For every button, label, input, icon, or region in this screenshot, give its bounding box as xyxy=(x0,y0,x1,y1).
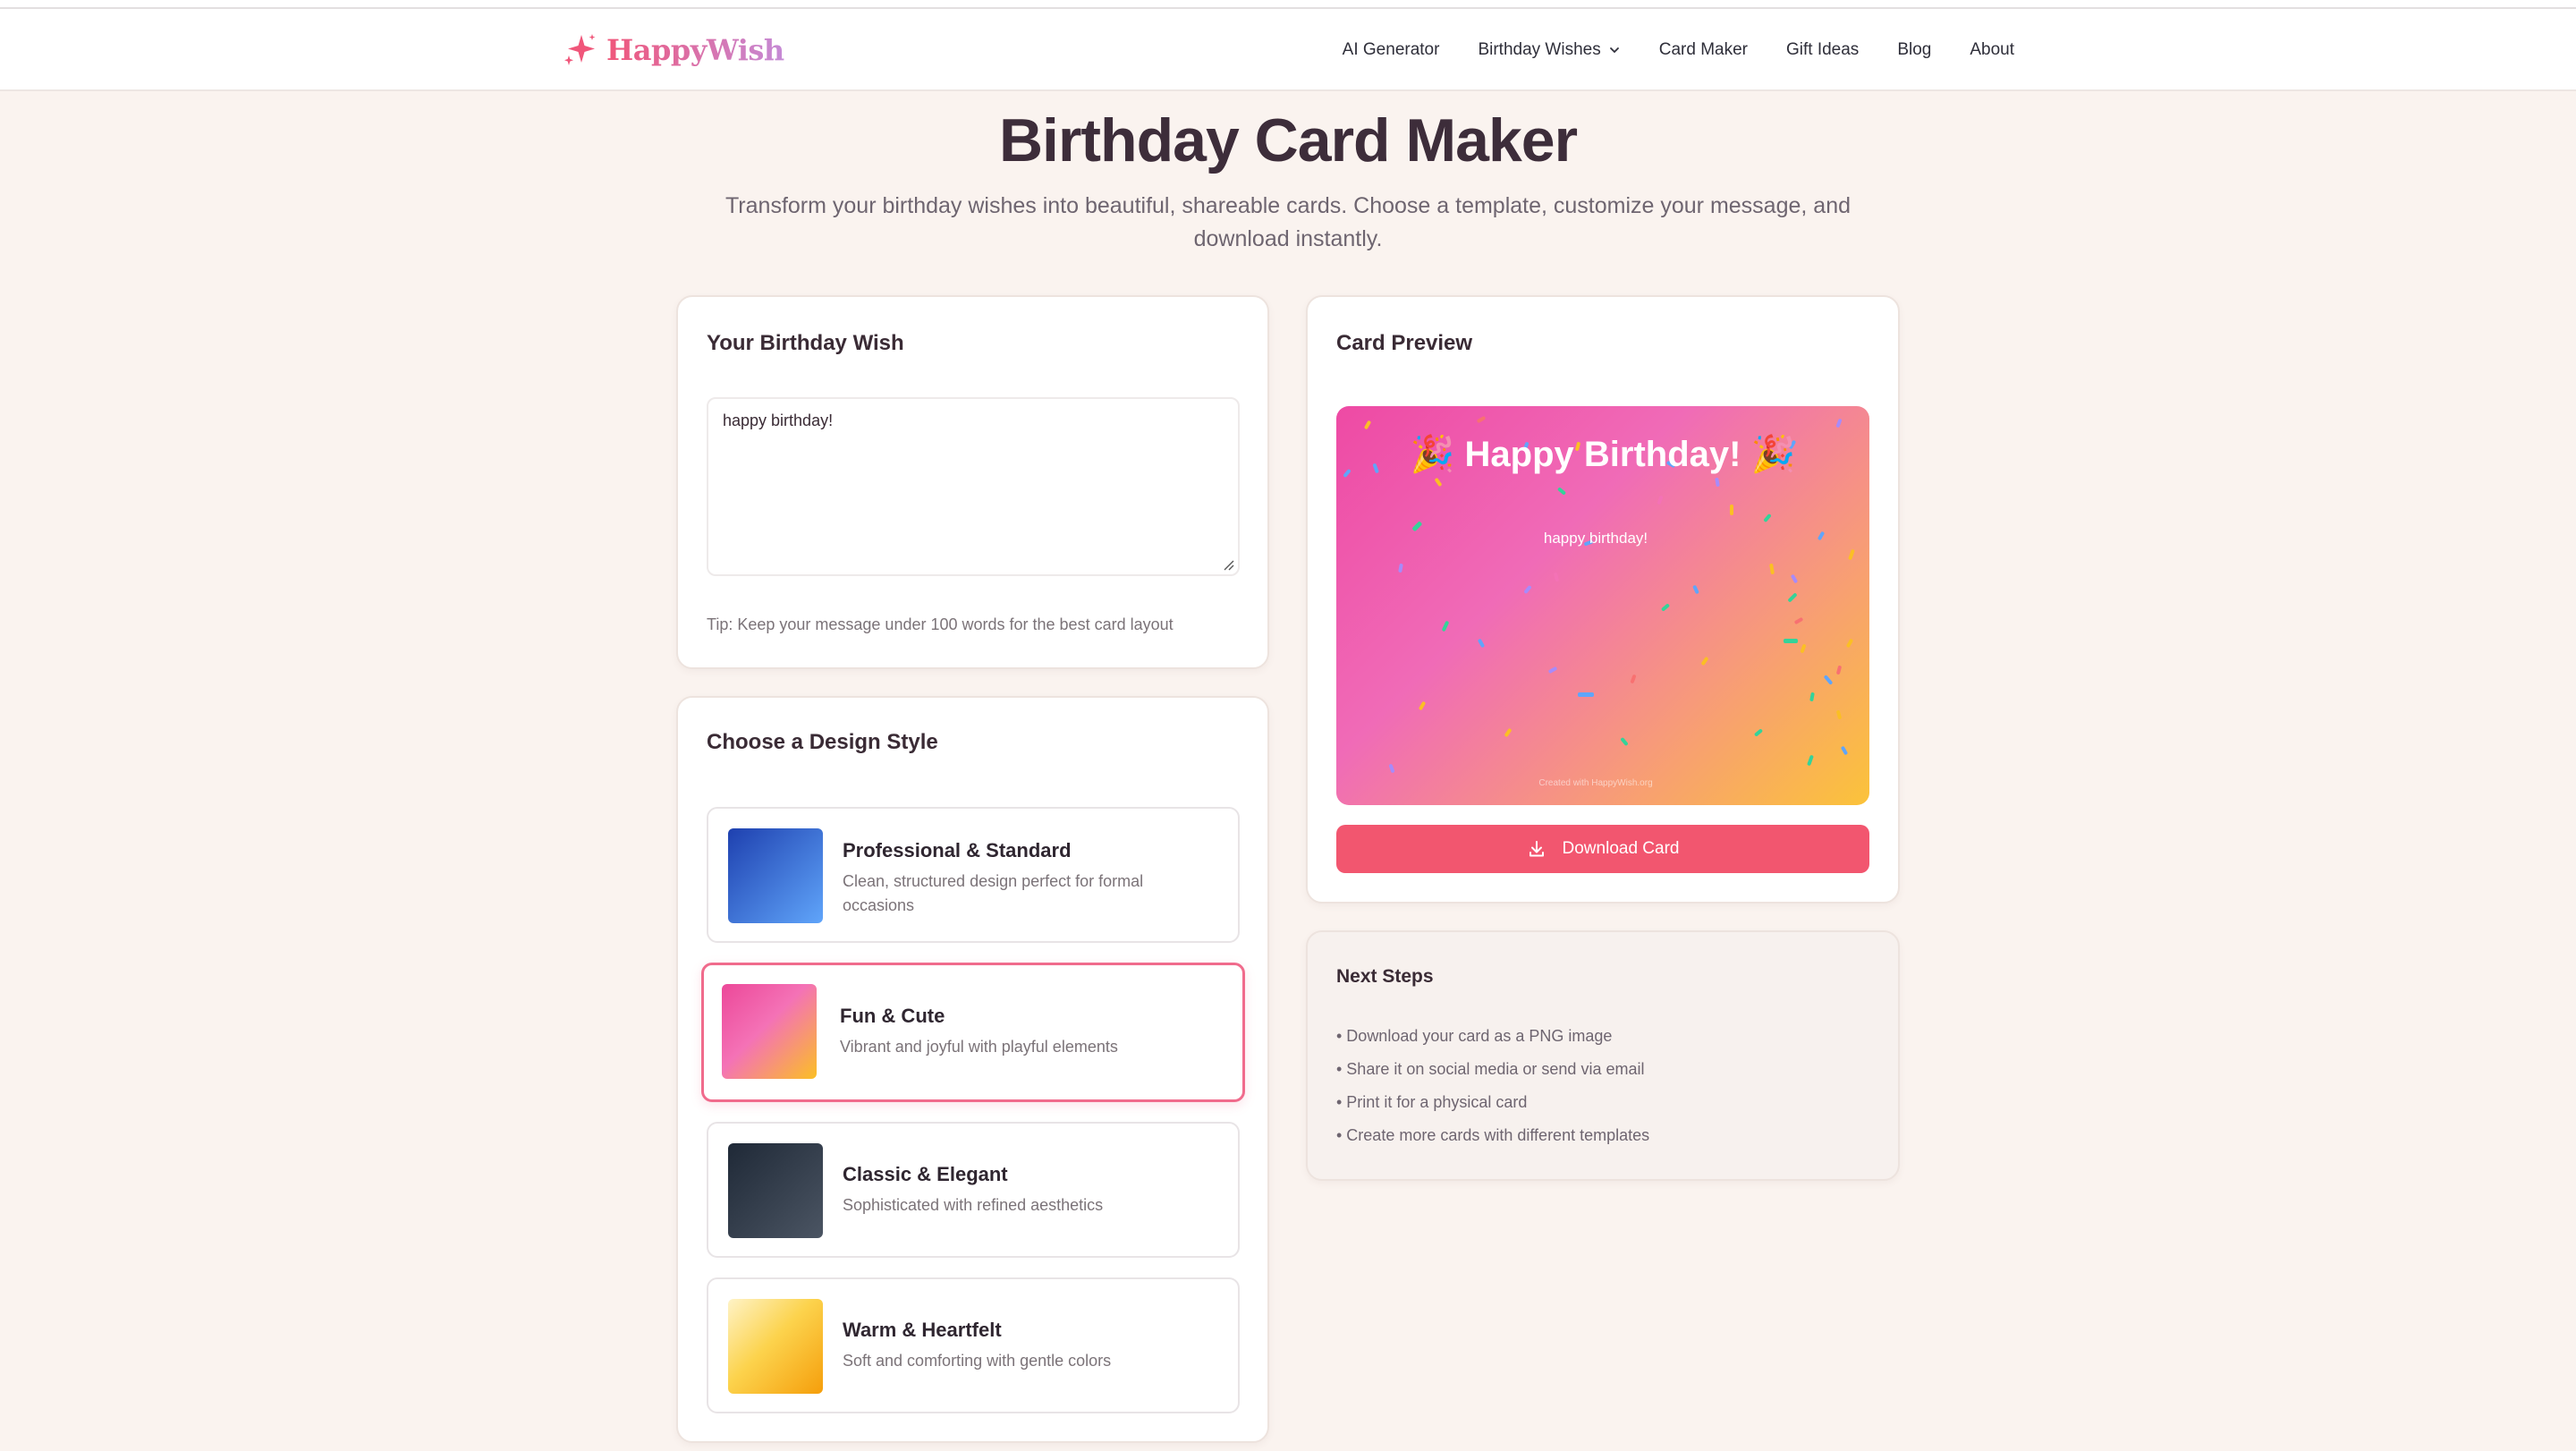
list-item: • Download your card as a PNG image xyxy=(1336,1027,1613,1045)
logo[interactable]: HappyWish xyxy=(562,29,784,72)
birthday-card-preview: 🎉 Happy Birthday! 🎉 happy birthday! Crea… xyxy=(1336,406,1869,805)
style-option-desc: Sophisticated with refined aesthetics xyxy=(843,1196,1104,1214)
nav-links: AI Generator Birthday Wishes Card Maker … xyxy=(1343,9,2014,91)
style-option-professional[interactable]: Professional & Standard Clean, structure… xyxy=(707,807,1240,943)
nav-birthday-wishes-dropdown[interactable]: Birthday Wishes xyxy=(1478,40,1620,60)
list-item: • Create more cards with different templ… xyxy=(1336,1126,1650,1144)
download-card-label: Download Card xyxy=(1562,839,1680,858)
style-swatch xyxy=(728,1299,823,1394)
next-steps-list: • Download your card as a PNG image • Sh… xyxy=(1336,1027,1649,1159)
style-option-fun-cute[interactable]: Fun & Cute Vibrant and joyful with playf… xyxy=(701,963,1245,1102)
next-steps-title: Next Steps xyxy=(1336,966,1434,987)
birthday-wish-panel: Your Birthday Wish happy birthday! Tip: … xyxy=(676,295,1269,669)
style-option-desc: Clean, structured design perfect for for… xyxy=(843,872,1144,914)
page-title: Birthday Card Maker xyxy=(998,106,1578,174)
style-panel-title: Choose a Design Style xyxy=(707,730,938,754)
page-subtitle: Transform your birthday wishes into beau… xyxy=(724,193,1852,251)
nav-about[interactable]: About xyxy=(1970,40,2014,60)
list-item: • Share it on social media or send via e… xyxy=(1336,1060,1645,1078)
card-preview-panel: Card Preview 🎉 Happy Birthday! 🎉 happy b… xyxy=(1306,295,1900,904)
style-option-classic-elegant[interactable]: Classic & Elegant Sophisticated with ref… xyxy=(707,1122,1240,1258)
style-option-desc: Vibrant and joyful with playful elements xyxy=(840,1038,1118,1056)
style-swatch xyxy=(722,984,817,1079)
design-style-panel: Choose a Design Style Professional & Sta… xyxy=(676,696,1269,1443)
nav-card-maker[interactable]: Card Maker xyxy=(1659,40,1748,60)
resize-grip-icon[interactable] xyxy=(1222,558,1234,571)
style-option-title: Warm & Heartfelt xyxy=(843,1319,1002,1341)
card-heading: 🎉 Happy Birthday! 🎉 xyxy=(1410,435,1796,474)
preview-panel-title: Card Preview xyxy=(1336,331,1473,355)
style-option-title: Fun & Cute xyxy=(840,1005,945,1027)
wish-text: happy birthday! xyxy=(723,412,834,429)
download-icon xyxy=(1529,841,1544,857)
style-option-title: Professional & Standard xyxy=(843,839,1072,861)
style-option-desc: Soft and comforting with gentle colors xyxy=(843,1352,1112,1370)
nav-blog[interactable]: Blog xyxy=(1897,40,1931,60)
nav-gift-ideas[interactable]: Gift Ideas xyxy=(1786,40,1859,60)
wish-textarea[interactable]: happy birthday! xyxy=(707,397,1240,576)
download-card-button[interactable]: Download Card xyxy=(1336,825,1869,873)
sparkle-icon xyxy=(564,34,596,65)
wish-tip: Tip: Keep your message under 100 words f… xyxy=(707,615,1174,633)
style-swatch xyxy=(728,828,823,923)
wish-panel-title: Your Birthday Wish xyxy=(707,331,904,355)
next-steps-panel: Next Steps • Download your card as a PNG… xyxy=(1306,930,1900,1181)
style-option-title: Classic & Elegant xyxy=(843,1163,1008,1185)
browser-top-strip xyxy=(0,0,2576,9)
brand-name: HappyWish xyxy=(606,33,784,67)
style-swatch xyxy=(728,1143,823,1238)
card-message: happy birthday! xyxy=(1543,530,1648,547)
list-item: • Print it for a physical card xyxy=(1336,1093,1528,1111)
card-credit: Created with HappyWish.org xyxy=(1538,778,1653,788)
top-navigation: HappyWish AI Generator Birthday Wishes C… xyxy=(0,9,2576,91)
nav-ai-generator[interactable]: AI Generator xyxy=(1343,40,1440,60)
chevron-down-icon xyxy=(1609,47,1619,54)
style-option-warm-heartfelt[interactable]: Warm & Heartfelt Soft and comforting wit… xyxy=(707,1277,1240,1413)
nav-birthday-wishes-label: Birthday Wishes xyxy=(1478,40,1601,59)
